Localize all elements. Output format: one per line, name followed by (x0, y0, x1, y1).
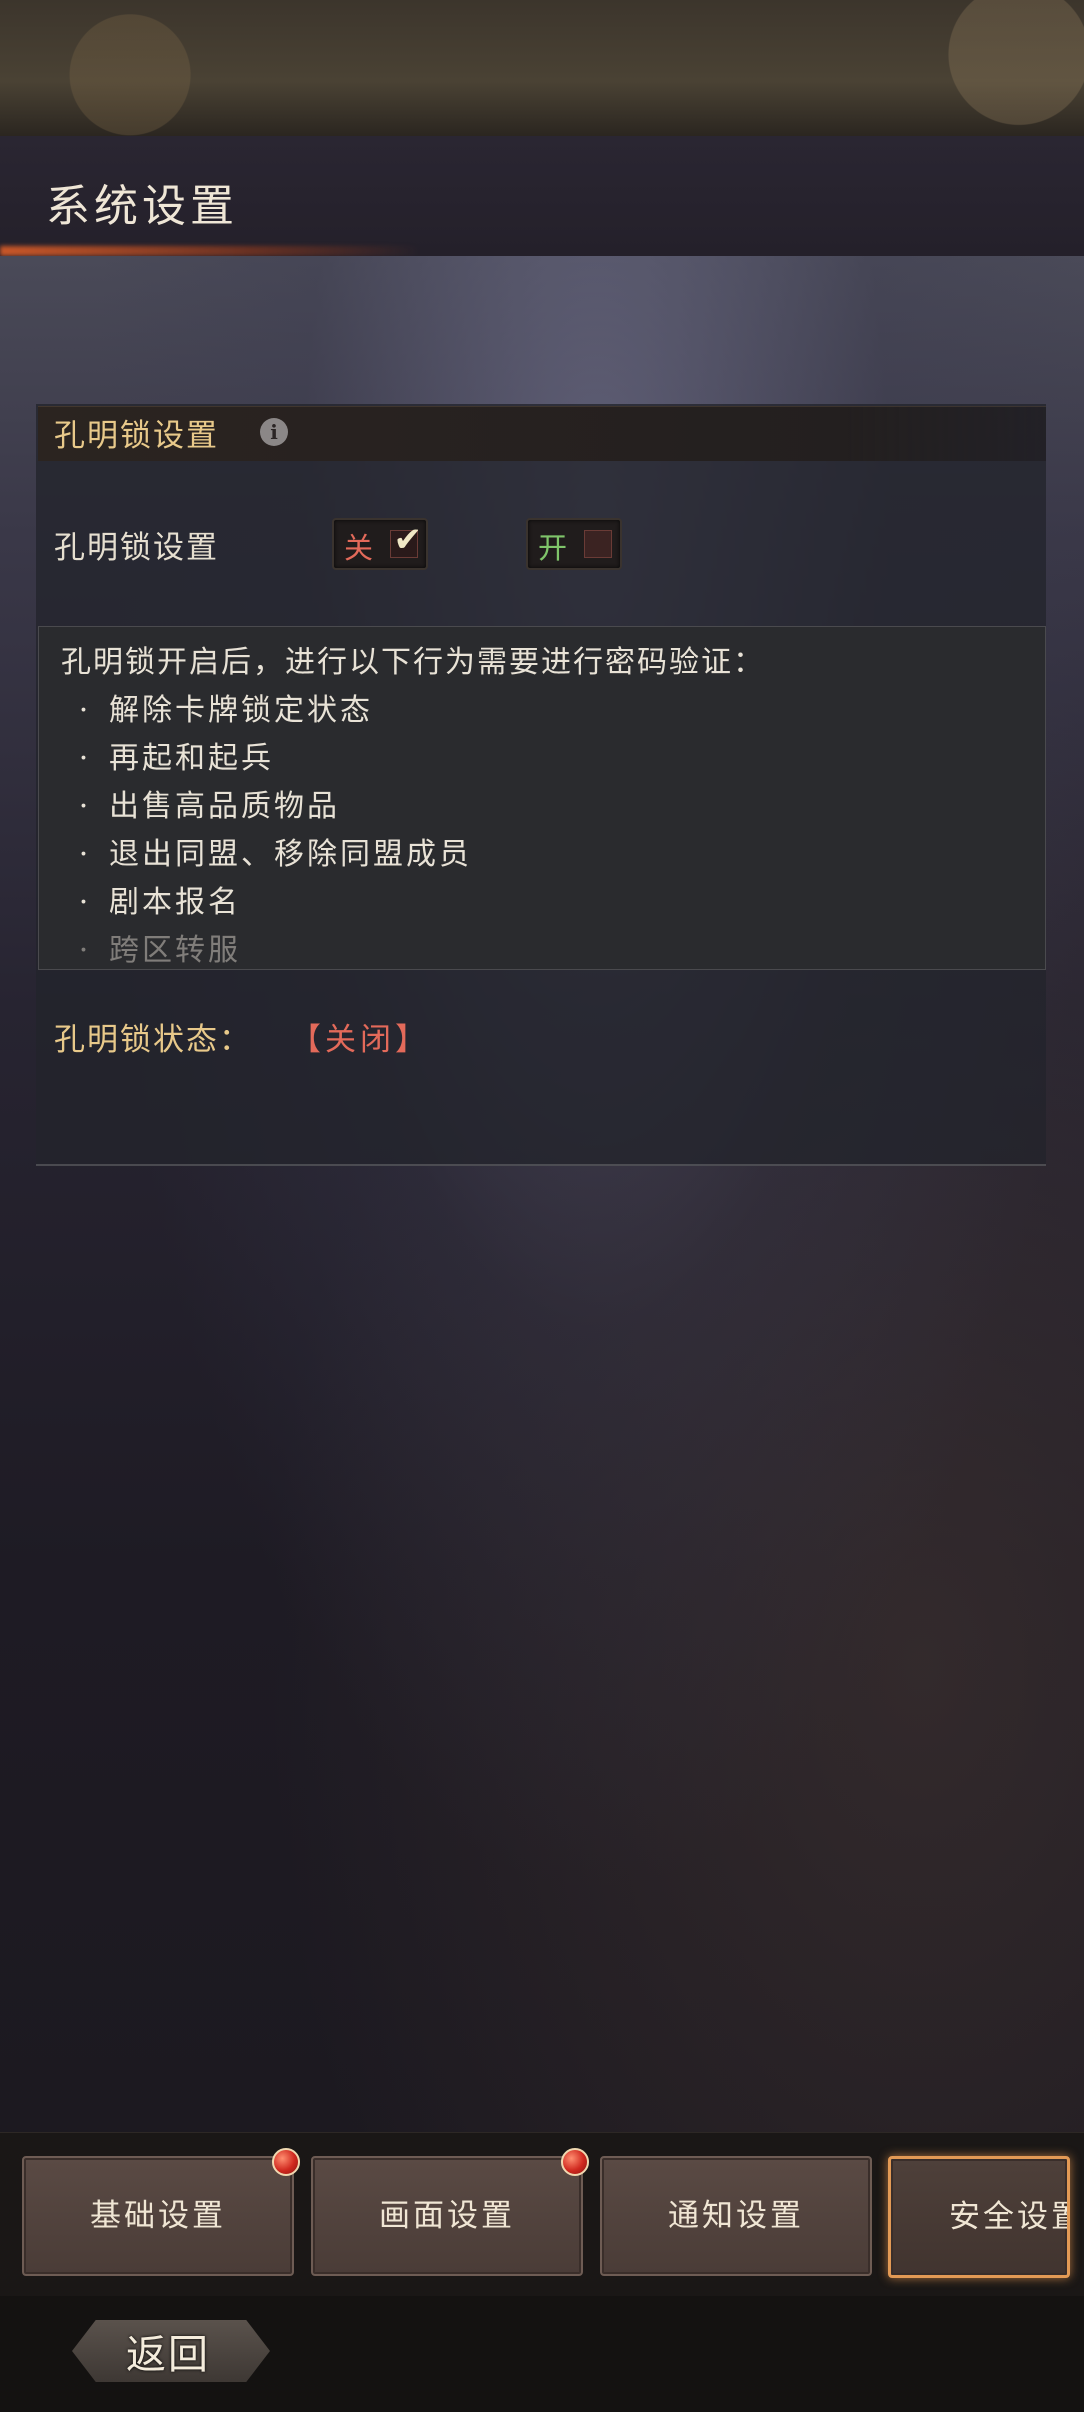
checkmark-icon: ✔ (393, 520, 423, 560)
tab-display-settings[interactable]: 画面设置 (311, 2156, 583, 2276)
tab-label: 通知设置 (668, 2198, 804, 2234)
lock-status-label: 孔明锁状态： (54, 1022, 252, 1058)
list-item: · 解除卡牌锁定状态 (78, 693, 373, 728)
tab-basic-settings[interactable]: 基础设置 (22, 2156, 294, 2276)
lock-setting-label: 孔明锁设置 (54, 530, 219, 566)
tab-label: 画面设置 (379, 2198, 515, 2234)
notification-badge (561, 2148, 589, 2176)
top-decor-banner (0, 0, 1084, 136)
description-intro: 孔明锁开启后，进行以下行为需要进行密码验证： (61, 645, 765, 680)
tab-notification-settings[interactable]: 通知设置 (600, 2156, 872, 2276)
notification-badge (272, 2148, 300, 2176)
list-item: · 退出同盟、移除同盟成员 (78, 837, 472, 872)
info-icon[interactable]: i (260, 418, 288, 446)
toggle-off-label: 关 (344, 531, 374, 565)
toggle-on-checkbox[interactable] (584, 530, 612, 558)
tab-label: 基础设置 (90, 2198, 226, 2234)
toggle-off-option[interactable]: 关 ✔ (332, 518, 428, 570)
toggle-on-label: 开 (538, 531, 568, 565)
section-title: 孔明锁设置 (54, 418, 219, 454)
list-item: · 再起和起兵 (78, 741, 274, 776)
description-list: · 解除卡牌锁定状态 · 再起和起兵 · 出售高品质物品 · 退出同盟、移除同盟成员 ·… (61, 685, 472, 969)
page-title: 系统设置 (46, 181, 238, 232)
lock-status-value: 【关闭】 (290, 1022, 430, 1058)
toggle-on-option[interactable]: 开 (526, 518, 622, 570)
back-button-label: 返回 (126, 2332, 210, 2378)
list-item: · 剧本报名 (78, 885, 241, 920)
list-item: · 跨区转服 (78, 933, 241, 968)
tab-security-settings[interactable]: 安全设置 (888, 2156, 1070, 2278)
list-item: · 出售高品质物品 (78, 789, 340, 824)
description-box[interactable]: 孔明锁开启后，进行以下行为需要进行密码验证： · 解除卡牌锁定状态 · 再起和起兵 … (38, 626, 1046, 970)
tab-label: 安全设置 (949, 2199, 1067, 2235)
